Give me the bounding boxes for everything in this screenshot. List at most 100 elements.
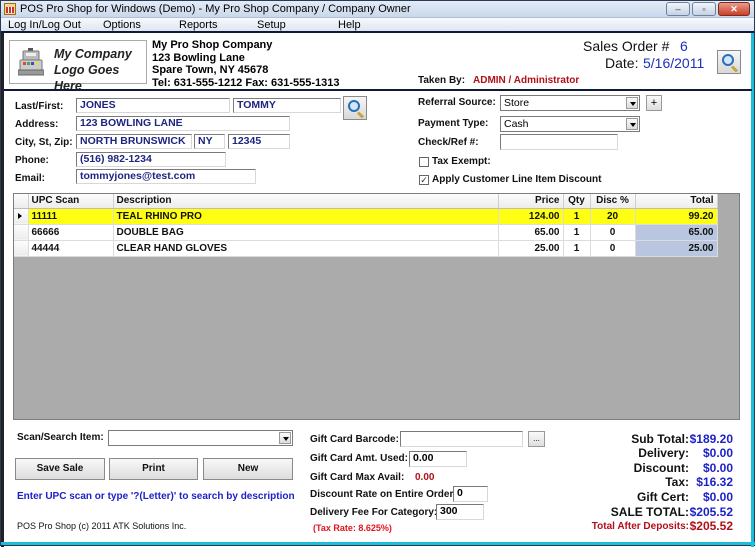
order-date: 5/16/2011 xyxy=(643,55,705,71)
cell-price[interactable]: 124.00 xyxy=(498,208,564,225)
gift-card-amt-used-field[interactable]: 0.00 xyxy=(409,451,467,467)
taken-by-value: ADMIN / Administrator xyxy=(473,75,580,86)
header-divider xyxy=(4,89,752,91)
delivery-fee-field[interactable]: 300 xyxy=(436,504,484,520)
payment-type-select[interactable]: Cash xyxy=(500,116,640,132)
cell-total[interactable]: 65.00 xyxy=(635,224,718,241)
close-button[interactable]: ✕ xyxy=(718,2,750,16)
row-selector[interactable] xyxy=(14,240,29,257)
cell-price[interactable]: 65.00 xyxy=(498,224,564,241)
menu-setup[interactable]: Setup xyxy=(257,19,286,31)
payment-type-value: Cash xyxy=(504,118,529,130)
table-row[interactable]: 44444 CLEAR HAND GLOVES 25.00 1 0 25.00 xyxy=(14,240,718,257)
sale-total-value: $205.52 xyxy=(689,505,733,519)
menu-options[interactable]: Options xyxy=(103,19,141,31)
date-label: Date: xyxy=(605,55,639,71)
cell-qty[interactable]: 1 xyxy=(563,208,591,225)
table-row[interactable]: 66666 DOUBLE BAG 65.00 1 0 65.00 xyxy=(14,224,718,241)
row-selector[interactable] xyxy=(14,208,29,225)
column-header-disc[interactable]: Disc % xyxy=(590,194,636,209)
discount-rate-field[interactable]: 0 xyxy=(453,486,488,502)
state-field[interactable]: NY xyxy=(194,134,225,149)
cell-upc[interactable]: 11111 xyxy=(28,208,114,225)
cell-total[interactable]: 99.20 xyxy=(635,208,718,225)
maximize-button[interactable]: ▫ xyxy=(692,2,716,16)
add-referral-button[interactable]: + xyxy=(646,95,662,111)
apply-discount-checkbox[interactable]: ✓ xyxy=(419,175,429,185)
first-name-field[interactable]: TOMMY xyxy=(233,98,341,113)
column-header-total[interactable]: Total xyxy=(635,194,718,209)
company-info: My Pro Shop Company 123 Bowling Lane Spa… xyxy=(152,39,340,89)
referral-source-select[interactable]: Store xyxy=(500,95,640,111)
column-header-qty[interactable]: Qty xyxy=(563,194,591,209)
cell-disc[interactable]: 0 xyxy=(590,224,636,241)
print-button[interactable]: Print xyxy=(109,458,198,480)
city-field[interactable]: NORTH BRUNSWICK xyxy=(76,134,192,149)
cell-description[interactable]: CLEAR HAND GLOVES xyxy=(113,240,499,257)
customer-search-button[interactable] xyxy=(343,96,367,120)
phone-field[interactable]: (516) 982-1234 xyxy=(76,152,226,167)
column-header-description[interactable]: Description xyxy=(113,194,499,209)
gift-card-browse-button[interactable]: ... xyxy=(528,431,545,447)
company-name: My Pro Shop Company xyxy=(152,39,273,51)
check-ref-field[interactable] xyxy=(500,134,618,150)
cell-upc[interactable]: 66666 xyxy=(28,224,114,241)
bottom-border xyxy=(1,542,755,545)
email-field[interactable]: tommyjones@test.com xyxy=(76,169,256,184)
phone-label: Phone: xyxy=(15,155,49,166)
left-border xyxy=(1,33,4,547)
cell-disc[interactable]: 0 xyxy=(590,240,636,257)
cell-qty[interactable]: 1 xyxy=(563,224,591,241)
taken-by-label: Taken By: xyxy=(418,75,466,86)
discount-value: $0.00 xyxy=(702,461,733,475)
company-city: Spare Town, NY 45678 xyxy=(152,64,269,76)
cell-disc[interactable]: 20 xyxy=(590,208,636,225)
gift-card-max-avail-value: 0.00 xyxy=(415,472,435,483)
gift-cert-value: $0.00 xyxy=(702,490,733,504)
menu-help[interactable]: Help xyxy=(338,19,361,31)
order-search-button[interactable] xyxy=(717,50,741,74)
company-logo: My Company Logo Goes Here xyxy=(9,40,147,93)
payment-type-label: Payment Type: xyxy=(418,118,489,129)
cell-description[interactable]: DOUBLE BAG xyxy=(113,224,499,241)
sales-order-label: Sales Order # xyxy=(583,38,670,54)
right-border xyxy=(751,33,754,547)
subtotal-value: $189.20 xyxy=(689,432,733,446)
cash-register-icon xyxy=(18,48,44,76)
cell-price[interactable]: 25.00 xyxy=(498,240,564,257)
menu-login[interactable]: Log In/Log Out xyxy=(8,19,81,31)
scan-search-label: Scan/Search Item: xyxy=(17,432,104,443)
gift-card-barcode-field[interactable] xyxy=(400,431,523,447)
column-header-price[interactable]: Price xyxy=(498,194,564,209)
row-selector[interactable] xyxy=(14,224,29,241)
row-selector-header xyxy=(14,194,29,209)
last-first-label: Last/First: xyxy=(15,101,64,112)
tax-exempt-checkbox[interactable] xyxy=(419,157,429,167)
last-name-field[interactable]: JONES xyxy=(76,98,230,113)
current-row-arrow-icon xyxy=(18,212,22,219)
scan-hint: Enter UPC scan or type '?(Letter)' to se… xyxy=(17,491,295,502)
menu-reports[interactable]: Reports xyxy=(179,19,218,31)
company-contact: Tel: 631-555-1212 Fax: 631-555-1313 xyxy=(152,76,340,89)
copyright: POS Pro Shop (c) 2011 ATK Solutions Inc. xyxy=(17,521,187,531)
sales-order-number: 6 xyxy=(680,38,688,54)
address-field[interactable]: 123 BOWLING LANE xyxy=(76,116,290,131)
minimize-button[interactable]: – xyxy=(666,2,690,16)
chevron-down-icon xyxy=(626,97,638,109)
cell-qty[interactable]: 1 xyxy=(563,240,591,257)
cell-description[interactable]: TEAL RHINO PRO xyxy=(113,208,499,225)
apply-discount-label: Apply Customer Line Item Discount xyxy=(432,174,602,185)
zip-field[interactable]: 12345 xyxy=(228,134,290,149)
new-button[interactable]: New xyxy=(203,458,293,480)
table-row[interactable]: 11111 TEAL RHINO PRO 124.00 1 20 99.20 xyxy=(14,208,718,225)
delivery-value: $0.00 xyxy=(702,446,733,460)
city-st-zip-label: City, St, Zip: xyxy=(15,137,73,148)
cell-total[interactable]: 25.00 xyxy=(635,240,718,257)
save-sale-button[interactable]: Save Sale xyxy=(15,458,105,480)
title-bar: POS Pro Shop for Windows (Demo) - My Pro… xyxy=(1,1,754,18)
discount-rate-label: Discount Rate on Entire Order: xyxy=(310,489,457,500)
scan-search-input[interactable] xyxy=(108,430,293,446)
delivery-fee-label: Delivery Fee For Category: xyxy=(310,507,438,518)
cell-upc[interactable]: 44444 xyxy=(28,240,114,257)
column-header-upc[interactable]: UPC Scan xyxy=(28,194,114,209)
